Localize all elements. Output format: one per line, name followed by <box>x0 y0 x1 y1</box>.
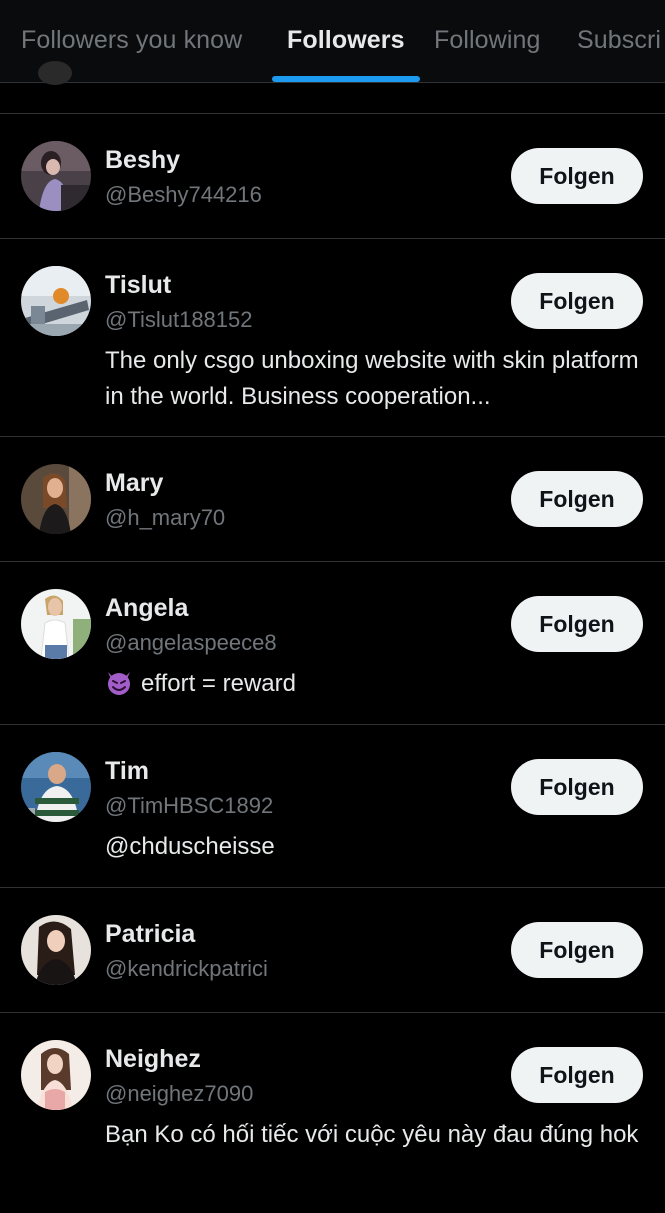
user-name[interactable]: Neighez <box>105 1045 201 1074</box>
user-bio-text: effort = reward <box>141 670 296 697</box>
user-handle[interactable]: @h_mary70 <box>105 505 225 531</box>
follow-button[interactable]: Folgen <box>511 759 643 815</box>
list-item[interactable]: Patricia @kendrickpatrici Folgen <box>0 888 665 1013</box>
tab-followers[interactable]: Followers <box>287 26 405 55</box>
follow-button[interactable]: Folgen <box>511 596 643 652</box>
user-handle[interactable]: @neighez7090 <box>105 1081 253 1107</box>
follow-button[interactable]: Folgen <box>511 922 643 978</box>
user-bio: @chduscheisse <box>105 833 275 860</box>
avatar[interactable] <box>21 1040 91 1110</box>
follow-button[interactable]: Folgen <box>511 471 643 527</box>
list-item-partial <box>0 61 665 114</box>
user-name[interactable]: Angela <box>105 594 188 623</box>
user-handle[interactable]: @TimHBSC1892 <box>105 793 273 819</box>
user-name[interactable]: Mary <box>105 469 163 498</box>
avatar[interactable] <box>21 752 91 822</box>
smiling-devil-emoji <box>108 672 130 695</box>
tab-followers-you-know[interactable]: Followers you know <box>21 26 242 55</box>
list-item[interactable]: Neighez @neighez7090 Bạn Ko có hối tiếc … <box>0 1013 665 1213</box>
avatar[interactable] <box>21 915 91 985</box>
avatar[interactable] <box>21 141 91 211</box>
user-bio: The only csgo unboxing website with skin… <box>105 347 639 410</box>
user-name[interactable]: Tim <box>105 757 149 786</box>
list-item[interactable]: Mary @h_mary70 Folgen <box>0 437 665 562</box>
list-item[interactable]: Angela @angelaspeece8 effort = reward Fo… <box>0 562 665 725</box>
tab-subscriptions[interactable]: Subscri <box>577 26 661 55</box>
user-handle[interactable]: @kendrickpatrici <box>105 956 268 982</box>
user-name[interactable]: Tislut <box>105 271 171 300</box>
user-handle[interactable]: @Beshy744216 <box>105 182 262 208</box>
avatar[interactable] <box>21 464 91 534</box>
user-handle[interactable]: @Tislut188152 <box>105 307 253 333</box>
list-item[interactable]: Tislut @Tislut188152 The only csgo unbox… <box>0 239 665 437</box>
avatar <box>38 61 72 85</box>
followers-list: Beshy @Beshy744216 Folgen Tislut @Tislut… <box>0 114 665 1213</box>
tab-following[interactable]: Following <box>434 26 541 55</box>
user-bio: Bạn Ko có hối tiếc với cuộc yêu này đau … <box>105 1121 639 1148</box>
user-name[interactable]: Beshy <box>105 146 180 175</box>
list-item[interactable]: Tim @TimHBSC1892 @chduscheisse Folgen <box>0 725 665 888</box>
avatar[interactable] <box>21 589 91 659</box>
user-bio: effort = reward <box>105 666 643 702</box>
avatar[interactable] <box>21 266 91 336</box>
tab-bar: Followers you know Followers Following S… <box>0 0 665 82</box>
list-item[interactable]: Beshy @Beshy744216 Folgen <box>0 114 665 239</box>
follow-button[interactable]: Folgen <box>511 148 643 204</box>
user-name[interactable]: Patricia <box>105 920 195 949</box>
follow-button[interactable]: Folgen <box>511 273 643 329</box>
user-handle[interactable]: @angelaspeece8 <box>105 630 277 656</box>
follow-button[interactable]: Folgen <box>511 1047 643 1103</box>
